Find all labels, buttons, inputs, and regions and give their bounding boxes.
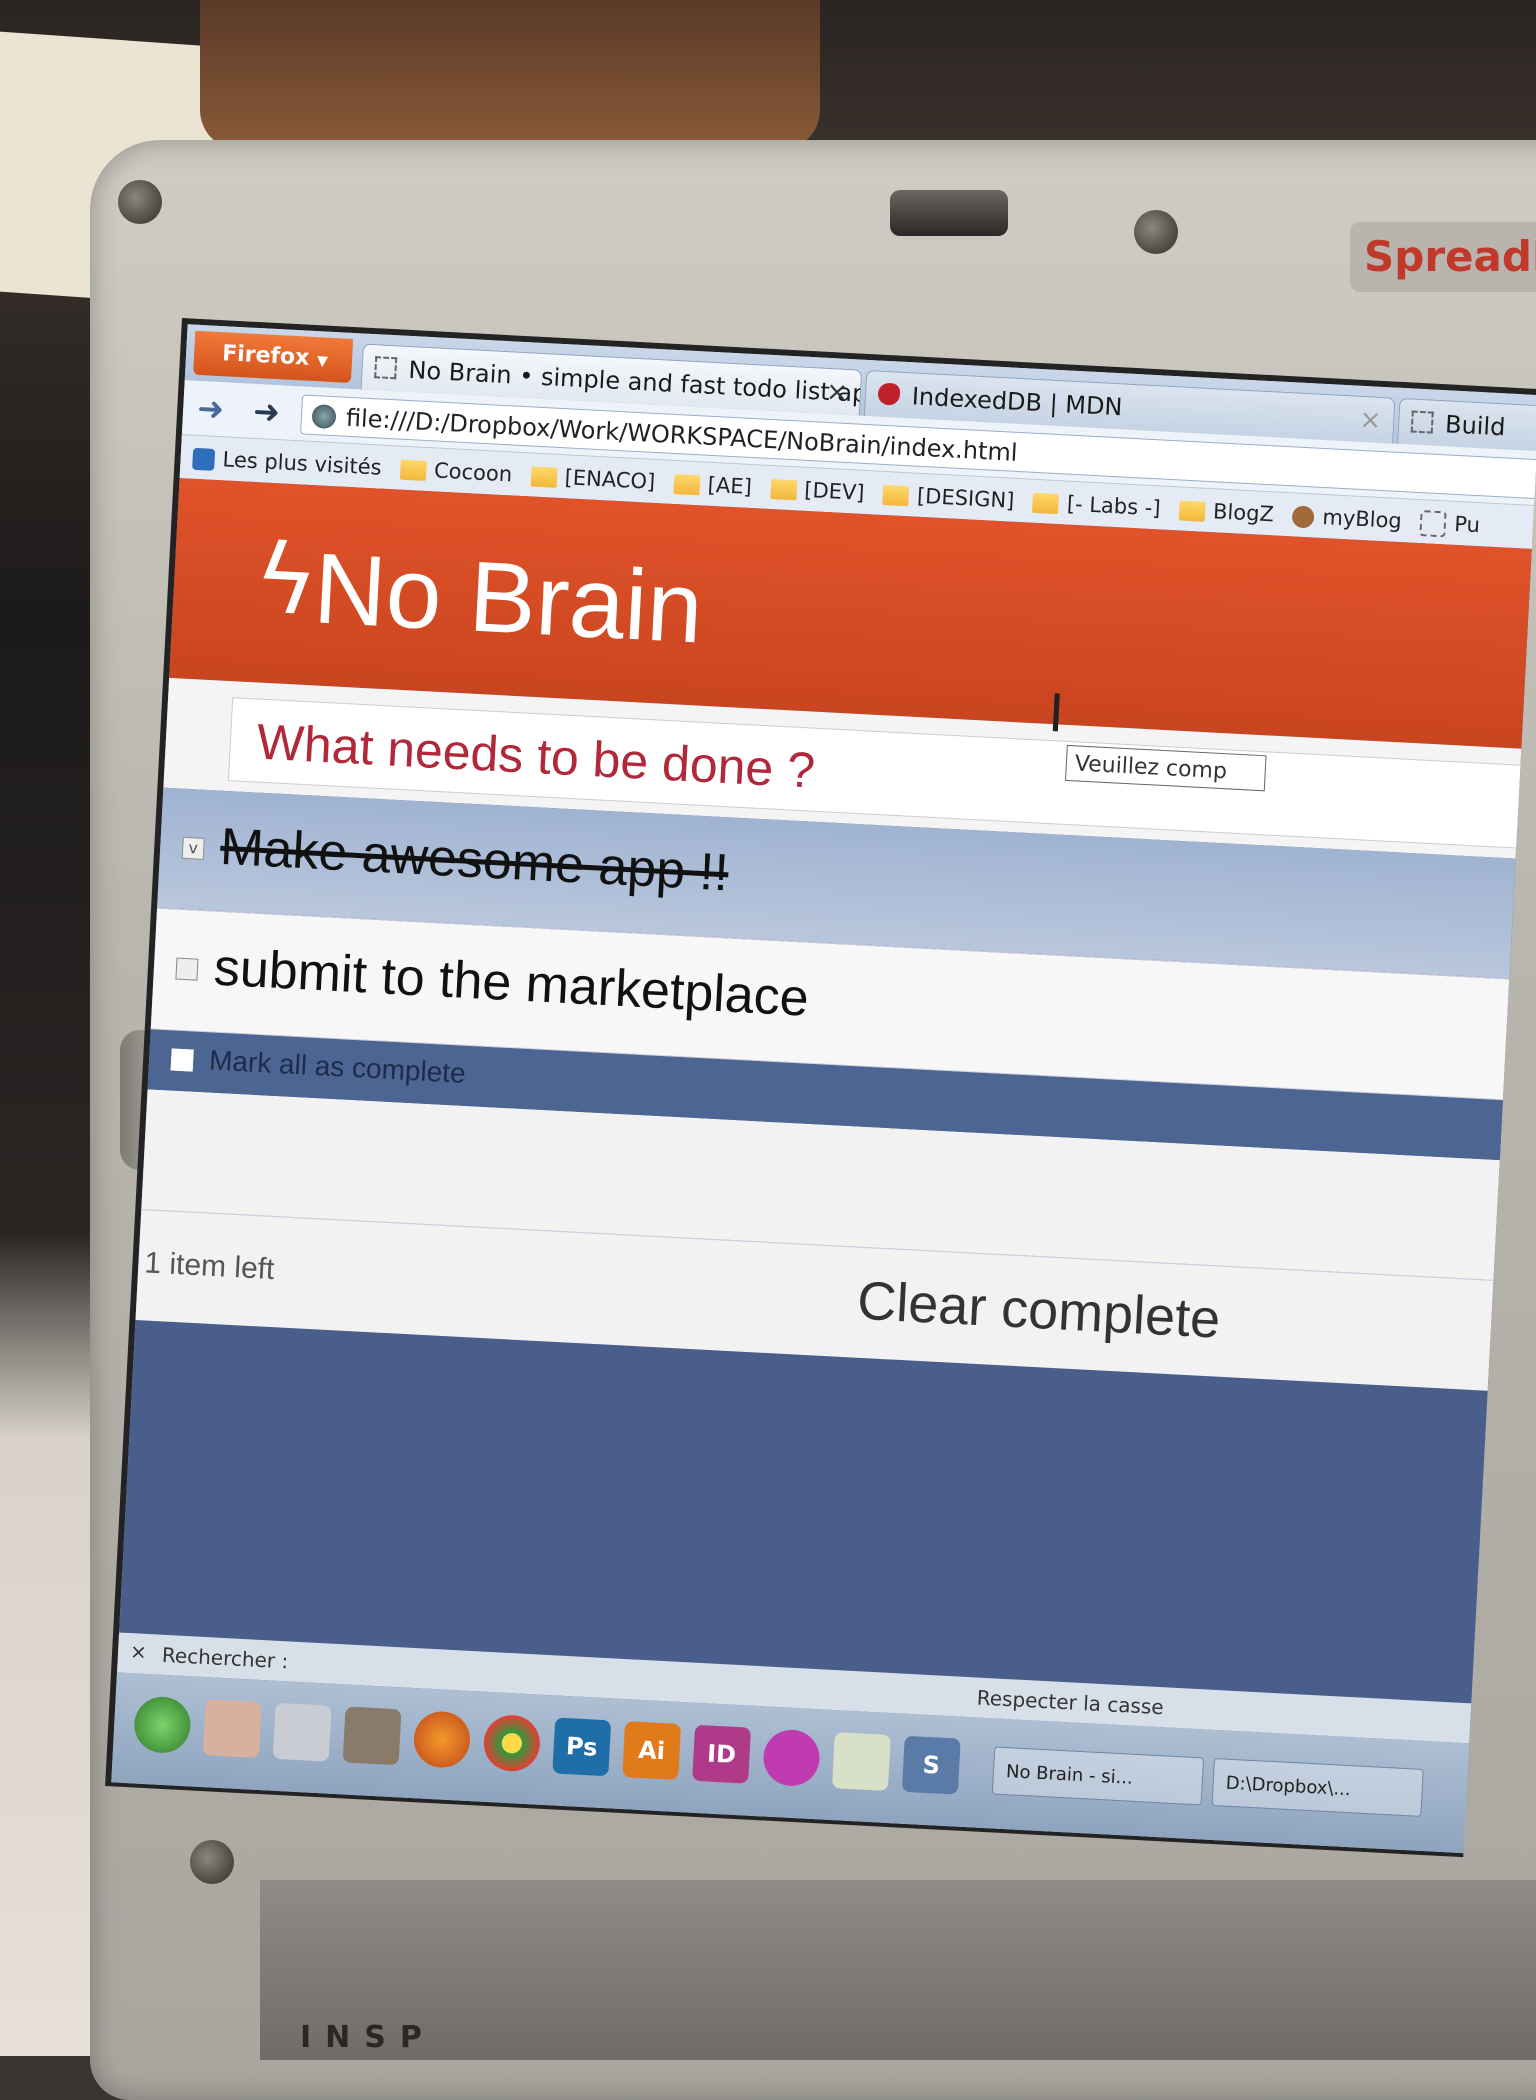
indesign-icon[interactable]: ID — [692, 1724, 752, 1784]
avatar-icon — [1291, 505, 1316, 529]
todo-label[interactable]: submit to the marketplace — [212, 938, 811, 1029]
find-label: Rechercher : — [161, 1642, 289, 1674]
bookmark-label: Les plus visités — [222, 447, 383, 480]
lightning-bolt-icon: ϟ — [251, 522, 321, 638]
page-icon — [374, 356, 398, 380]
wamp-icon[interactable] — [762, 1728, 821, 1788]
screw-icon — [118, 180, 162, 224]
sync-icon[interactable] — [342, 1706, 402, 1766]
text-cursor-icon: I — [1046, 683, 1066, 745]
firefox-menu-button[interactable]: Firefox ▼ — [193, 330, 354, 383]
calculator-icon[interactable] — [272, 1702, 332, 1762]
todo-checkbox[interactable]: v — [181, 836, 205, 860]
close-icon[interactable]: × — [825, 369, 849, 416]
firefox-menu-label: Firefox — [221, 341, 310, 371]
forward-arrow-icon[interactable]: ➜ — [252, 392, 281, 431]
todo-label[interactable]: Make awesome app !! — [219, 817, 730, 904]
todo-app-page: ϟ No Brain What needs to be done ? v Mak… — [116, 478, 1536, 1749]
toggle-all-checkbox[interactable] — [170, 1048, 194, 1072]
back-arrow-icon[interactable]: ➜ — [196, 389, 225, 428]
folder-icon — [530, 466, 558, 488]
start-orb-icon[interactable] — [132, 1695, 192, 1755]
bookmark-label: [DESIGN] — [916, 483, 1015, 513]
items-left-count: 1 item left — [143, 1246, 276, 1287]
mdn-dino-icon — [877, 382, 901, 406]
brand-sticker: SpreadFi — [1350, 222, 1536, 292]
toggle-all-label[interactable]: Mark all as complete — [208, 1044, 466, 1089]
page-icon — [1419, 510, 1447, 538]
app-icon-label: S — [921, 1750, 941, 1780]
chevron-down-icon: ▼ — [316, 353, 329, 370]
notepad-icon[interactable] — [831, 1732, 891, 1791]
folder-icon — [1032, 492, 1060, 515]
bookmark-folder[interactable]: [DEV] — [769, 466, 865, 515]
app-title: No Brain — [311, 532, 706, 665]
laptop-screen: Firefox ▼ No Brain • simple and fast todo… — [105, 318, 1536, 1858]
tab-label: IndexedDB | MDN — [911, 382, 1124, 422]
folder-icon — [1178, 500, 1206, 522]
tab-label: Build — [1444, 410, 1507, 442]
bookmark-label: Cocoon — [433, 458, 513, 487]
chrome-icon[interactable] — [482, 1713, 542, 1773]
taskbar-window-label: D:\Dropbox\... — [1225, 1772, 1352, 1801]
bookmark-myblog[interactable]: myBlog — [1291, 493, 1402, 543]
app-icon-label: Ai — [637, 1735, 666, 1766]
app-icon-label: ID — [706, 1739, 737, 1769]
screw-icon — [1134, 210, 1178, 254]
explorer-icon[interactable] — [202, 1699, 262, 1758]
bookmark-label: [ENACO] — [564, 465, 656, 494]
lid-latch — [890, 190, 1008, 236]
illustrator-icon[interactable]: Ai — [622, 1721, 682, 1780]
brand-sticker-text: SpreadFi — [1364, 232, 1536, 281]
folder-icon — [399, 459, 427, 481]
todo-list: v Make awesome app !! submit to the mark… — [141, 787, 1536, 1282]
laptop-brand-label: INSP — [300, 2020, 436, 2055]
keyboard-deck: INSP — [260, 1880, 1536, 2060]
bookmark-label: [- Labs -] — [1066, 491, 1162, 521]
todo-checkbox[interactable] — [175, 957, 199, 981]
new-todo-placeholder: What needs to be done ? — [255, 713, 817, 799]
bookmark-label: [AE] — [707, 472, 753, 500]
search-icon — [192, 447, 216, 471]
folder-icon — [673, 473, 701, 496]
bookmark-folder[interactable]: BlogZ — [1178, 487, 1275, 536]
taskbar-window-label: No Brain - si... — [1005, 1761, 1134, 1789]
bookmark-label: [DEV] — [803, 477, 866, 505]
folder-icon — [882, 484, 910, 507]
sublime-icon[interactable]: S — [901, 1735, 961, 1795]
tooltip-text: Veuillez comp — [1074, 751, 1228, 785]
chair — [200, 0, 820, 150]
globe-icon — [311, 403, 337, 430]
firefox-icon[interactable] — [412, 1710, 472, 1769]
taskbar-window-explorer[interactable]: D:\Dropbox\... — [1211, 1757, 1424, 1817]
bookmark-label: BlogZ — [1212, 499, 1275, 527]
taskbar-window-firefox[interactable]: No Brain - si... — [991, 1746, 1205, 1806]
clear-completed-button[interactable]: Clear complete — [856, 1270, 1222, 1351]
app-icon-label: Ps — [565, 1732, 599, 1762]
close-icon[interactable]: × — [130, 1639, 148, 1664]
bookmark-folder[interactable]: [ENACO] — [530, 453, 657, 503]
photoshop-icon[interactable]: Ps — [552, 1717, 612, 1777]
match-case-checkbox[interactable]: Respecter la casse — [976, 1686, 1164, 1720]
bookmark-folder[interactable]: Cocoon — [399, 447, 513, 497]
bookmark-page[interactable]: Pu — [1419, 500, 1481, 547]
page-icon — [1410, 410, 1434, 434]
folder-icon — [769, 479, 797, 501]
close-icon[interactable]: × — [1358, 397, 1382, 444]
browser-window: Firefox ▼ No Brain • simple and fast todo… — [111, 324, 1536, 1855]
bookmark-label: myBlog — [1321, 504, 1403, 534]
bookmark-folder[interactable]: [AE] — [673, 461, 753, 509]
bookmark-label: Pu — [1453, 511, 1481, 538]
screw-icon — [190, 1840, 234, 1884]
